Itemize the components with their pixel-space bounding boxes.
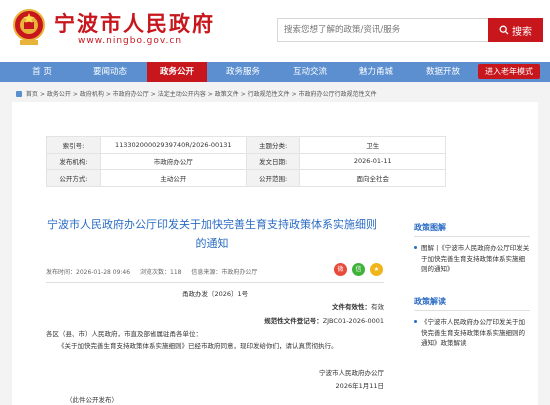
salutation: 各区（县、市）人民政府，市直及部省属驻甬各单位： xyxy=(46,330,202,338)
nav-city[interactable]: 魅力甬城 xyxy=(346,62,406,82)
registration-label: 规范性文件登记号： xyxy=(264,317,323,325)
breadcrumb-item[interactable]: 首页 xyxy=(26,91,38,98)
search-button[interactable]: 搜索 xyxy=(488,18,543,42)
breadcrumb-item[interactable]: 行政规范性文件 xyxy=(248,91,290,98)
breadcrumb: 首页 > 政务公开 > 政府机构 > 市政府办公厅 > 法定主动公开内容 > 政策文件 > … xyxy=(16,89,379,98)
search-icon xyxy=(499,25,509,35)
site-title[interactable]: 宁波市人民政府 xyxy=(54,8,215,38)
index-no-label: 索引号: xyxy=(46,136,101,154)
sidebar-link[interactable]: 图解 |《宁波市人民政府办公厅印发关于加快完善生育支持政策体系实施细则的通知》 xyxy=(414,243,530,275)
main-nav: 首 页 要闻动态 政务公开 政务服务 互动交流 魅力甬城 数据开放 xyxy=(0,62,550,82)
weibo-icon[interactable]: 微 xyxy=(334,263,347,276)
breadcrumb-item[interactable]: 政府机构 xyxy=(80,91,104,98)
sign-date: 2026年1月11日 xyxy=(335,382,384,390)
registration-value: ZJBC01-2026-0001 xyxy=(322,317,384,325)
publish-time: 发布时间：2026-01-28 09:46 xyxy=(46,269,131,276)
nav-gov-service[interactable]: 政务服务 xyxy=(213,62,273,82)
date-label: 发文日期: xyxy=(245,152,301,170)
site-header: 宁波市人民政府 www.ningbo.gov.cn 搜索 xyxy=(0,0,550,62)
qzone-icon[interactable]: ★ xyxy=(370,263,383,276)
sidebar-link[interactable]: 《宁波市人民政府办公厅印发关于加快完善生育支持政策体系实施细则的通知》政策解读 xyxy=(414,317,530,349)
validity-line: 文件有效性：有效 xyxy=(332,301,384,311)
home-icon xyxy=(16,91,22,97)
scope-value: 面向全社会 xyxy=(299,169,446,187)
nav-gov-open[interactable]: 政务公开 xyxy=(147,62,207,82)
topic-value: 卫生 xyxy=(299,136,446,154)
metadata-table: 索引号: 11330200002939740R/2026-00131 主题分类:… xyxy=(46,136,446,187)
nav-home[interactable]: 首 页 xyxy=(12,62,72,82)
validity-label: 文件有效性： xyxy=(332,303,371,311)
search-button-label: 搜索 xyxy=(512,26,532,38)
topic-label: 主题分类: xyxy=(245,136,301,154)
body-paragraph: 《关于加快完善生育支持政策体系实施细则》已经市政府同意，现印发给你们，请认真贯彻… xyxy=(58,342,338,350)
document-number: 甬政办发〔2026〕1号 xyxy=(182,290,249,298)
registration-line: 规范性文件登记号：ZJBC01-2026-0001 xyxy=(264,315,384,325)
nav-data[interactable]: 数据开放 xyxy=(413,62,473,82)
search-input[interactable] xyxy=(277,18,489,42)
breadcrumb-item[interactable]: 法定主动公开内容 xyxy=(158,91,206,98)
sidebar-policy-graphic: 政策图解 图解 |《宁波市人民政府办公厅印发关于加快完善生育支持政策体系实施细则… xyxy=(414,222,530,275)
validity-value: 有效 xyxy=(371,303,384,311)
site-url: www.ningbo.gov.cn xyxy=(78,36,183,46)
sidebar-policy-interpretation: 政策解读 《宁波市人民政府办公厅印发关于加快完善生育支持政策体系实施细则的通知》… xyxy=(414,296,530,349)
published-note: （此件公开发布） xyxy=(66,396,118,404)
signer: 宁波市人民政府办公厅 xyxy=(319,369,384,377)
national-emblem-icon xyxy=(13,9,45,45)
scope-label: 公开范围: xyxy=(245,169,301,187)
sidebar-title: 政策图解 xyxy=(414,222,530,237)
divider xyxy=(46,282,384,283)
nav-interaction[interactable]: 互动交流 xyxy=(280,62,340,82)
nav-news[interactable]: 要闻动态 xyxy=(80,62,140,82)
breadcrumb-item[interactable]: 政务公开 xyxy=(47,91,71,98)
date-value: 2026-01-11 xyxy=(299,152,446,170)
info-source: 信息来源：市政府办公厅 xyxy=(191,269,258,276)
issuer-value: 市政府办公厅 xyxy=(99,152,247,170)
index-no-value: 11330200002939740R/2026-00131 xyxy=(99,136,247,154)
article-title: 宁波市人民政府办公厅印发关于加快完善生育支持政策体系实施细则的通知 xyxy=(47,218,377,250)
issuer-label: 发布机构: xyxy=(46,152,101,170)
sidebar-title: 政策解读 xyxy=(414,296,530,311)
breadcrumb-item[interactable]: 市政府办公厅行政规范性文件 xyxy=(299,91,377,98)
content-panel: 索引号: 11330200002939740R/2026-00131 主题分类:… xyxy=(12,102,538,405)
breadcrumb-item[interactable]: 政策文件 xyxy=(215,91,239,98)
breadcrumb-item[interactable]: 市政府办公厅 xyxy=(113,91,149,98)
wechat-icon[interactable]: 信 xyxy=(352,263,365,276)
publish-meta: 发布时间：2026-01-28 09:46 浏览次数：118 信息来源：市政府办… xyxy=(46,267,265,276)
mode-value: 主动公开 xyxy=(99,169,247,187)
article-body: 各区（县、市）人民政府，市直及部省属驻甬各单位： 《关于加快完善生育支持政策体系… xyxy=(46,328,391,352)
view-count: 浏览次数：118 xyxy=(140,269,182,276)
mode-label: 公开方式: xyxy=(46,169,101,187)
elder-mode-button[interactable]: 进入老年模式 xyxy=(478,64,540,79)
